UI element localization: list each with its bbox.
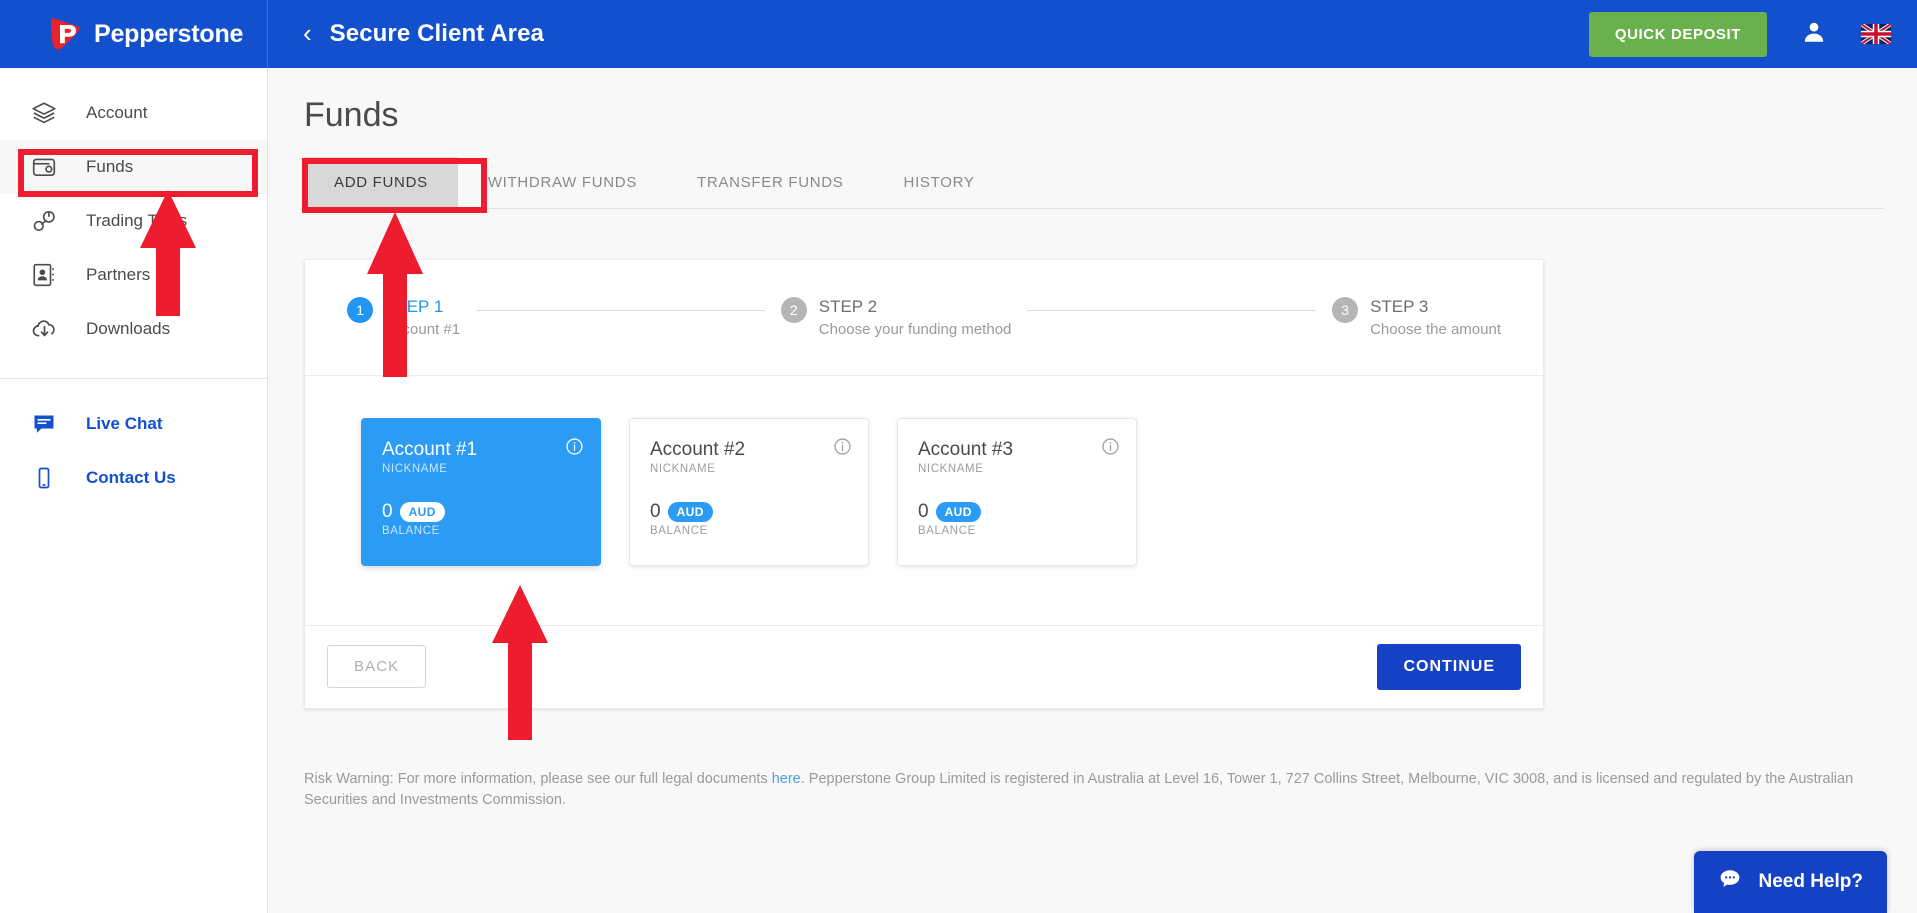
user-icon[interactable] (1801, 19, 1827, 50)
panel-footer: BACK CONTINUE (305, 626, 1543, 708)
need-help-label: Need Help? (1758, 871, 1863, 892)
account-currency-badge: AUD (935, 501, 981, 522)
sidebar-item-live-chat[interactable]: Live Chat (0, 397, 267, 451)
legal-documents-link[interactable]: here (772, 771, 801, 787)
account-name: Account #1 (382, 438, 478, 460)
account-name: Account #2 (650, 438, 746, 460)
step-1: 1 STEP 1 Account #1 (347, 296, 460, 341)
step-1-title: STEP 1 (385, 297, 444, 316)
sidebar-item-trading-tools[interactable]: Trading Tools (0, 194, 267, 248)
account-card-2[interactable]: Account #2 NICKNAME 0 AUD BALANCE (629, 417, 869, 566)
sidebar-item-funds[interactable]: Funds (0, 140, 267, 194)
step-2-title: STEP 2 (818, 297, 878, 316)
account-currency-badge: AUD (399, 501, 445, 522)
breadcrumb-label: Secure Client Area (329, 20, 545, 47)
sidebar-item-label: Funds (86, 157, 134, 176)
account-currency-badge: AUD (667, 501, 713, 522)
page-title: Funds (304, 96, 399, 134)
step-2-number: 2 (780, 297, 807, 323)
account-nickname-label: NICKNAME (650, 462, 716, 475)
info-icon[interactable] (833, 437, 852, 461)
step-progress-bar: 1 STEP 1 Account #1 2 STEP 2 Choose your… (305, 260, 1543, 376)
pepperstone-logo-icon (48, 17, 82, 51)
add-funds-panel: 1 STEP 1 Account #1 2 STEP 2 Choose your… (304, 259, 1544, 709)
step-3: 3 STEP 3 Choose the amount (1332, 296, 1501, 341)
account-card-1[interactable]: Account #1 NICKNAME 0 AUD BALANCE (361, 417, 601, 566)
tab-add-funds[interactable]: ADD FUNDS (304, 157, 458, 208)
step-1-subtitle: Account #1 (385, 320, 461, 338)
step-3-number: 3 (1332, 297, 1359, 323)
step-1-number: 1 (347, 297, 373, 323)
sidebar-nav: Account Funds Trading Tools Partners Dow… (0, 68, 268, 913)
step-3-subtitle: Choose the amount (1370, 320, 1501, 338)
risk-warning: Risk Warning: For more information, plea… (304, 769, 1864, 813)
main-content: Funds ADD FUNDS WITHDRAW FUNDS TRANSFER … (268, 68, 1917, 913)
chat-icon (30, 410, 58, 438)
sidebar-item-label: Trading Tools (86, 211, 188, 230)
account-name: Account #3 (918, 438, 1014, 460)
account-nickname-label: NICKNAME (918, 462, 984, 475)
funds-tab-bar: ADD FUNDS WITHDRAW FUNDS TRANSFER FUNDS … (304, 157, 1884, 209)
chat-bubble-icon (1718, 867, 1742, 897)
sidebar-item-label: Downloads (86, 319, 171, 338)
wrench-icon (30, 207, 58, 235)
mobile-icon (30, 464, 58, 492)
sidebar-item-label: Account (86, 103, 148, 122)
tab-transfer-funds[interactable]: TRANSFER FUNDS (667, 157, 873, 208)
chevron-left-icon[interactable]: ‹ (303, 20, 312, 46)
sidebar-item-partners[interactable]: Partners (0, 248, 267, 302)
account-balance-label: BALANCE (918, 524, 976, 537)
account-balance-value: 0 (918, 500, 929, 522)
top-header-bar: Pepperstone ‹ Secure Client Area QUICK D… (0, 0, 1917, 68)
breadcrumb[interactable]: ‹ Secure Client Area (268, 20, 544, 48)
info-icon[interactable] (1101, 437, 1120, 461)
account-balance-label: BALANCE (650, 524, 708, 537)
step-2-subtitle: Choose your funding method (818, 320, 1012, 338)
info-icon[interactable] (565, 437, 584, 461)
quick-deposit-button[interactable]: QUICK DEPOSIT (1588, 11, 1767, 57)
sidebar-item-account[interactable]: Account (0, 86, 267, 140)
sidebar-item-label: Partners (86, 265, 151, 284)
account-balance-label: BALANCE (382, 524, 440, 537)
header-actions: QUICK DEPOSIT (1588, 11, 1917, 57)
sidebar-link-label: Live Chat (86, 414, 163, 433)
wallet-icon (30, 153, 58, 181)
sidebar-primary-group: Account Funds Trading Tools Partners Dow… (0, 68, 267, 356)
account-card-3[interactable]: Account #3 NICKNAME 0 AUD BALANCE (897, 417, 1137, 566)
sidebar-link-label: Contact Us (86, 468, 176, 487)
step-connector-1 (476, 310, 765, 311)
brand-logo[interactable]: Pepperstone (0, 0, 268, 68)
step-connector-2 (1027, 310, 1317, 311)
account-balance-value: 0 (650, 500, 661, 522)
account-card-list: Account #1 NICKNAME 0 AUD BALANCE Accoun… (305, 376, 1543, 626)
brand-name: Pepperstone (94, 19, 244, 48)
continue-button[interactable]: CONTINUE (1377, 643, 1521, 690)
risk-warning-lead: Risk Warning: For more information, plea… (304, 770, 772, 787)
uk-flag-icon[interactable] (1859, 22, 1893, 46)
step-2: 2 STEP 2 Choose your funding method (780, 296, 1012, 341)
tab-history[interactable]: HISTORY (874, 157, 1005, 208)
tab-withdraw-funds[interactable]: WITHDRAW FUNDS (458, 157, 667, 208)
account-nickname-label: NICKNAME (382, 462, 448, 475)
layers-icon (30, 99, 58, 127)
cloud-download-icon (30, 315, 58, 343)
need-help-widget[interactable]: Need Help? (1694, 851, 1887, 913)
account-balance-value: 0 (382, 500, 393, 522)
step-3-title: STEP 3 (1370, 297, 1429, 316)
back-button[interactable]: BACK (327, 645, 427, 689)
sidebar-item-contact-us[interactable]: Contact Us (0, 451, 267, 505)
sidebar-item-downloads[interactable]: Downloads (0, 302, 267, 356)
sidebar-secondary-group: Live Chat Contact Us (0, 379, 267, 505)
contact-book-icon (30, 261, 58, 289)
